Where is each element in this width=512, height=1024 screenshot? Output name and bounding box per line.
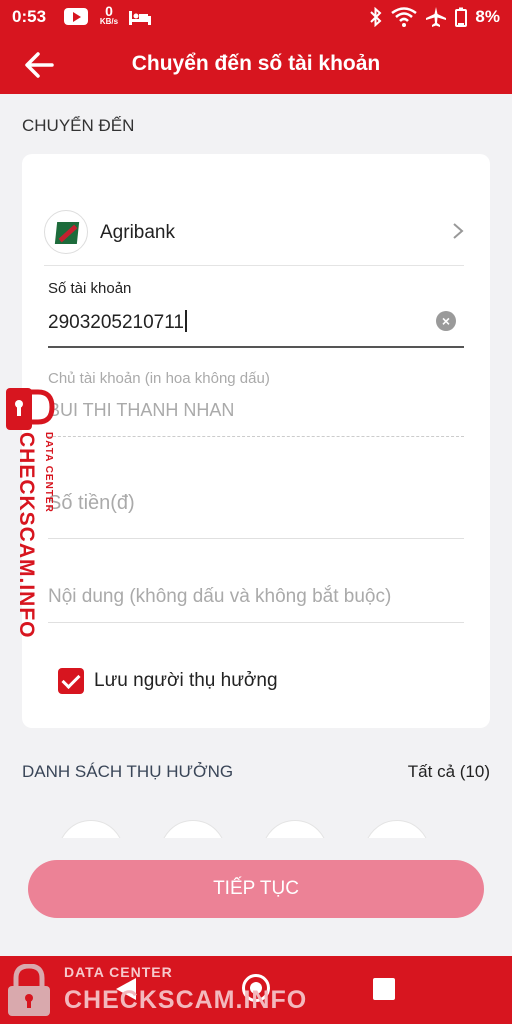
agribank-logo-icon <box>44 210 88 254</box>
save-beneficiary-checkbox[interactable] <box>58 668 84 694</box>
clear-icon[interactable]: × <box>436 311 456 331</box>
lock-icon <box>6 388 55 430</box>
beneficiary-list-title: DANH SÁCH THỤ HƯỞNG <box>22 762 234 781</box>
amount-field[interactable]: Số tiền(đ) <box>48 492 464 542</box>
network-speed-value: 0 <box>105 3 113 19</box>
battery-icon <box>455 7 468 27</box>
account-owner-value: BUI THI THANH NHAN <box>48 400 235 420</box>
beneficiary-avatar[interactable] <box>262 820 328 838</box>
bluetooth-icon <box>370 7 382 27</box>
watermark-bottom: DATA CENTER CHECKSCAM.INFO <box>0 956 320 1024</box>
watermark-side: DATA CENTER CHECKSCAM.INFO <box>2 386 55 639</box>
continue-button[interactable]: TIẾP TỤC <box>28 860 484 918</box>
airplane-icon <box>426 7 447 27</box>
status-bar: 0:53 0 KB/s 8% <box>0 0 512 36</box>
view-all-link[interactable]: Tất cả (10) <box>408 762 490 782</box>
note-field[interactable]: Nội dung (không dấu và không bắt buộc) <box>48 586 464 636</box>
app-bar: Chuyển đến số tài khoản <box>0 36 512 94</box>
transfer-form-card: Agribank Số tài khoản 2903205210711 × Ch… <box>22 154 490 728</box>
beneficiary-avatars <box>58 818 458 838</box>
account-number-label: Số tài khoản <box>48 280 132 297</box>
account-number-input[interactable]: 2903205210711 <box>48 310 187 334</box>
amount-underline <box>48 538 464 539</box>
status-right-icons: 8% <box>369 6 500 28</box>
lock-icon <box>8 964 50 1016</box>
bank-selector[interactable]: Agribank <box>44 210 464 266</box>
watermark-small-text: DATA CENTER <box>64 964 173 980</box>
battery-percent: 8% <box>475 7 500 26</box>
transfer-section-title: CHUYỂN ĐẾN <box>22 116 135 135</box>
text-cursor <box>184 310 187 332</box>
account-number-field[interactable]: Số tài khoản 2903205210711 × <box>48 280 464 350</box>
chevron-right-icon <box>453 223 464 239</box>
account-number-underline <box>48 346 464 348</box>
account-owner-field: Chủ tài khoản (in hoa không dấu) BUI THI… <box>48 370 464 440</box>
network-speed-unit: KB/s <box>99 17 119 26</box>
note-underline <box>48 622 464 623</box>
amount-input[interactable]: Số tiền(đ) <box>48 492 135 515</box>
account-number-value: 2903205210711 <box>48 312 184 333</box>
watermark-side-big: CHECKSCAM.INFO <box>15 432 38 639</box>
nav-recents-icon[interactable] <box>373 978 395 1000</box>
note-input[interactable]: Nội dung (không dấu và không bắt buộc) <box>48 586 391 608</box>
beneficiary-avatar[interactable] <box>58 820 124 838</box>
beneficiary-avatar[interactable] <box>364 820 430 838</box>
account-owner-underline <box>48 436 464 437</box>
network-speed: 0 KB/s <box>96 4 122 26</box>
account-owner-label: Chủ tài khoản (in hoa không dấu) <box>48 370 270 387</box>
bank-name: Agribank <box>100 222 175 243</box>
youtube-icon <box>64 8 88 25</box>
wifi-icon <box>391 7 418 27</box>
status-time: 0:53 <box>12 7 47 26</box>
beneficiary-avatar[interactable] <box>160 820 226 838</box>
watermark-big-text: CHECKSCAM.INFO <box>64 986 308 1014</box>
bed-icon <box>129 11 151 25</box>
page-title: Chuyển đến số tài khoản <box>131 52 381 75</box>
watermark-side-small: DATA CENTER <box>43 432 54 513</box>
save-beneficiary-label: Lưu người thụ hưởng <box>94 670 278 691</box>
